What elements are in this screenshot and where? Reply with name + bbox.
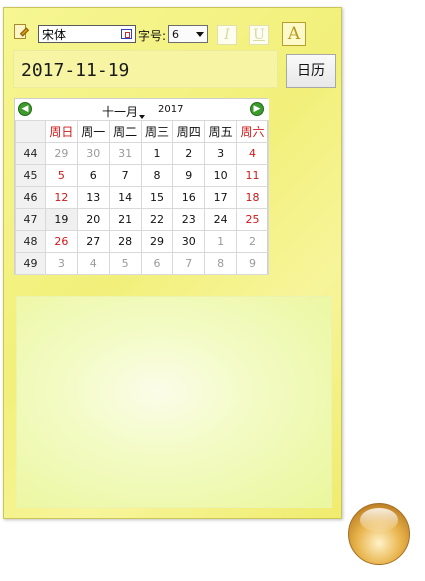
chevron-down-icon — [139, 115, 146, 119]
calendar-day[interactable]: 27 — [76, 230, 110, 253]
calendar-day[interactable]: 26 — [45, 230, 78, 253]
calendar-day[interactable]: 25 — [236, 208, 269, 231]
calendar-day[interactable]: 5 — [108, 252, 142, 275]
calendar-week-row: 44 29 30 31 1 2 3 4 — [15, 142, 269, 165]
calendar-day[interactable]: 2 — [236, 230, 269, 253]
orb-shine — [360, 508, 398, 532]
calendar-day[interactable]: 20 — [76, 208, 110, 231]
calendar-day[interactable]: 14 — [108, 186, 142, 209]
calendar-day[interactable]: 31 — [108, 142, 142, 165]
weekday-header-row: 周日 周一 周二 周三 周四 周五 周六 — [15, 120, 269, 143]
calendar-day[interactable]: 21 — [108, 208, 142, 231]
calendar-day[interactable]: 16 — [172, 186, 206, 209]
calendar-header: ◀ 十一月 2017 ▶ — [15, 99, 269, 120]
date-display[interactable]: 2017-11-19 — [13, 50, 278, 88]
calendar-day[interactable]: 6 — [76, 164, 110, 187]
font-size-value: 6 — [172, 28, 179, 41]
calendar-day[interactable]: 7 — [172, 252, 206, 275]
calendar-day[interactable]: 24 — [204, 208, 238, 231]
app-orb-icon[interactable] — [348, 503, 410, 579]
note-paper-icon[interactable] — [12, 23, 30, 41]
calendar-day[interactable]: 23 — [172, 208, 206, 231]
font-size-select[interactable]: 6 — [168, 25, 208, 43]
month-label: 十一月 — [102, 105, 139, 119]
weekday-header: 周日 — [45, 120, 78, 143]
font-size-label: 字号: — [138, 29, 167, 43]
calendar-day[interactable]: 3 — [204, 142, 238, 165]
calendar-day[interactable]: 7 — [108, 164, 142, 187]
calendar-day[interactable]: 30 — [76, 142, 110, 165]
calendar-week-row: 49 3 4 5 6 7 8 9 — [15, 252, 269, 275]
calendar-day[interactable]: 3 — [45, 252, 78, 275]
week-number: 44 — [15, 142, 46, 165]
next-month-icon[interactable]: ▶ — [250, 102, 264, 116]
calendar-week-row: 46 12 13 14 15 16 17 18 — [15, 186, 269, 209]
week-number: 47 — [15, 208, 46, 231]
calendar-day[interactable]: 8 — [140, 164, 174, 187]
calendar-day[interactable]: 9 — [172, 164, 206, 187]
week-number: 48 — [15, 230, 46, 253]
calendar-button[interactable]: 日历 — [286, 54, 336, 88]
italic-button[interactable]: I — [217, 25, 237, 45]
chevron-down-icon — [196, 32, 204, 37]
calendar-week-row: 47 19 20 21 22 23 24 25 — [15, 208, 269, 231]
calendar-day-selected[interactable]: 19 — [45, 208, 78, 231]
calendar-day[interactable]: 13 — [76, 186, 110, 209]
weekday-header: 周一 — [76, 120, 110, 143]
weekday-header: 周五 — [204, 120, 238, 143]
calendar-day[interactable]: 29 — [45, 142, 78, 165]
calendar-day[interactable]: 4 — [76, 252, 110, 275]
weekday-header: 周六 — [236, 120, 269, 143]
calendar-day[interactable]: 6 — [140, 252, 174, 275]
prev-month-icon[interactable]: ◀ — [18, 102, 32, 116]
toolbar: 字号: 6 I U A — [4, 8, 343, 46]
calendar-day[interactable]: 8 — [204, 252, 238, 275]
calendar-week-row: 45 5 6 7 8 9 10 11 — [15, 164, 269, 187]
weekday-header: 周二 — [108, 120, 142, 143]
calendar-day[interactable]: 30 — [172, 230, 206, 253]
calendar-week-row: 48 26 27 28 29 30 1 2 — [15, 230, 269, 253]
calendar-day[interactable]: 5 — [45, 164, 78, 187]
calendar-day[interactable]: 17 — [204, 186, 238, 209]
calendar-day[interactable]: 22 — [140, 208, 174, 231]
calendar-day[interactable]: 29 — [140, 230, 174, 253]
font-color-button[interactable]: A — [282, 22, 306, 46]
calendar-day[interactable]: 18 — [236, 186, 269, 209]
week-number: 45 — [15, 164, 46, 187]
calendar-grid: 周日 周一 周二 周三 周四 周五 周六 44 29 30 31 1 2 3 4… — [15, 120, 269, 275]
calendar-day[interactable]: 2 — [172, 142, 206, 165]
font-name-input[interactable] — [42, 27, 120, 41]
underline-button[interactable]: U — [249, 25, 269, 45]
week-number-header — [15, 120, 46, 143]
calendar-day[interactable]: 9 — [236, 252, 269, 275]
week-number: 46 — [15, 186, 46, 209]
calendar-day[interactable]: 28 — [108, 230, 142, 253]
calendar-popup: ◀ 十一月 2017 ▶ 周日 周一 周二 周三 周四 周五 周六 44 29 … — [14, 98, 269, 275]
calendar-day[interactable]: 4 — [236, 142, 269, 165]
weekday-header: 周三 — [140, 120, 174, 143]
font-picker-icon[interactable] — [121, 29, 132, 39]
calendar-day[interactable]: 1 — [204, 230, 238, 253]
week-number: 49 — [15, 252, 46, 275]
note-text-area[interactable] — [16, 296, 332, 508]
calendar-day[interactable]: 11 — [236, 164, 269, 187]
calendar-day[interactable]: 15 — [140, 186, 174, 209]
calendar-day[interactable]: 12 — [45, 186, 78, 209]
sticky-note-window: 字号: 6 I U A 2017-11-19 日历 ◀ 十一月 2017 ▶ 周… — [3, 7, 342, 519]
month-selector[interactable]: 十一月 — [102, 103, 146, 120]
calendar-day[interactable]: 1 — [140, 142, 174, 165]
date-text: 2017-11-19 — [21, 60, 130, 81]
year-label[interactable]: 2017 — [158, 104, 183, 115]
calendar-day[interactable]: 10 — [204, 164, 238, 187]
weekday-header: 周四 — [172, 120, 206, 143]
font-name-field[interactable] — [38, 25, 136, 43]
